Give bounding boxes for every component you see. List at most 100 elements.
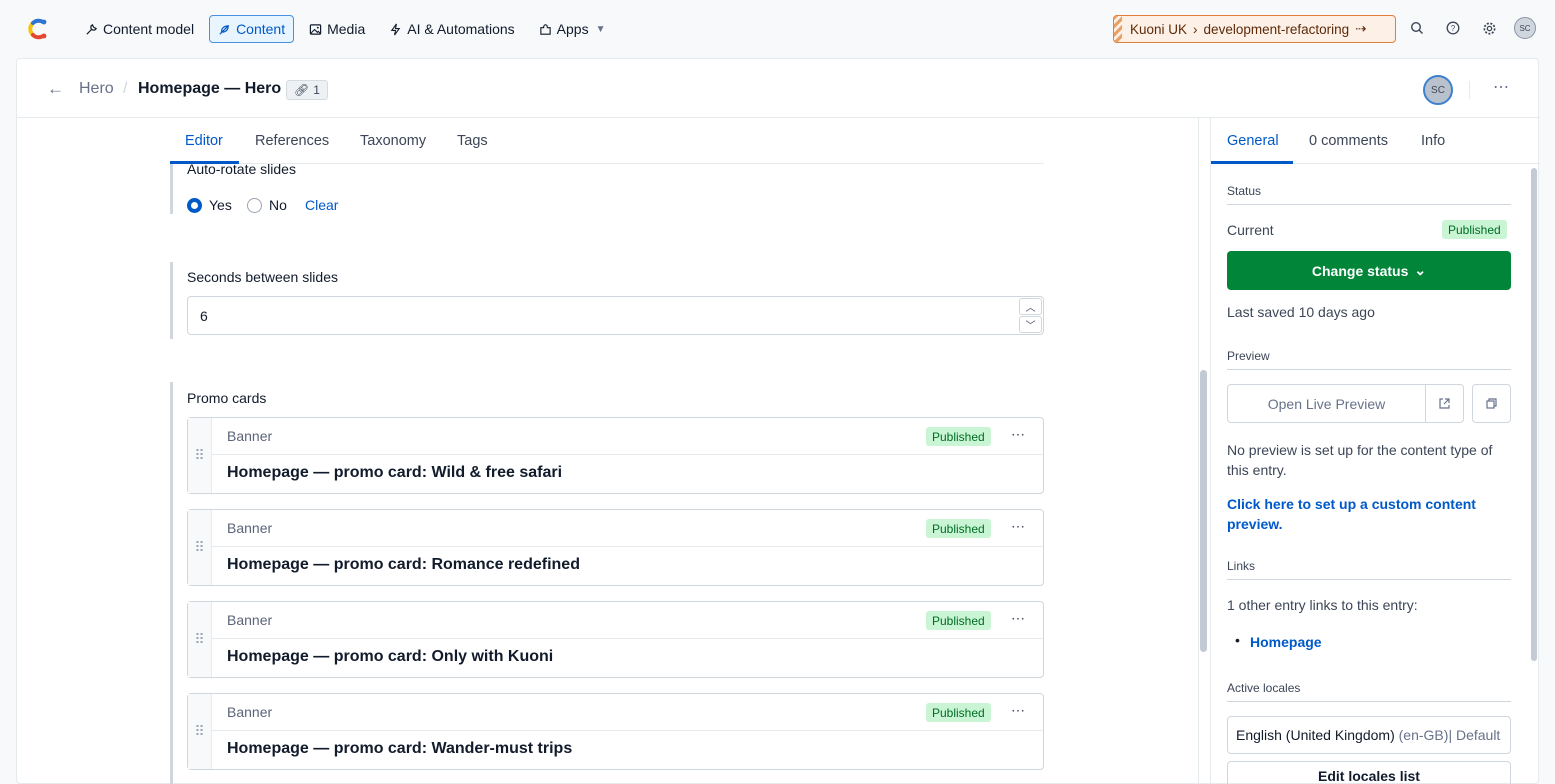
nav-content-model[interactable]: Content model <box>76 15 203 43</box>
help-icon[interactable]: ? <box>1442 17 1464 39</box>
card-title[interactable]: Homepage — promo card: Wild & free safar… <box>227 464 562 482</box>
nav-media[interactable]: Media <box>300 15 374 43</box>
locale-default: | Default <box>1448 727 1501 743</box>
linked-entry-link[interactable]: Homepage <box>1250 634 1322 650</box>
reference-card[interactable]: ⠿ Banner Published ⋯ Homepage — promo ca… <box>187 693 1044 770</box>
tab-tags[interactable]: Tags <box>457 133 488 149</box>
nav-media-label: Media <box>327 21 366 37</box>
tab-taxonomy[interactable]: Taxonomy <box>360 133 426 149</box>
search-icon[interactable] <box>1406 17 1428 39</box>
active-locale-field: English (United Kingdom) (en-GB)| Defaul… <box>1227 716 1511 754</box>
field-bar <box>170 162 173 214</box>
card-divider <box>212 638 1043 639</box>
drag-handle-icon[interactable]: ⠿ <box>188 510 212 585</box>
tab-comments[interactable]: 0 comments <box>1309 133 1388 149</box>
contentful-logo-icon[interactable] <box>24 16 50 42</box>
reference-card[interactable]: ⠿ Banner Published ⋯ Homepage — promo ca… <box>187 417 1044 494</box>
sidebar-scrollbar[interactable] <box>1531 168 1537 661</box>
status-heading: Status <box>1227 184 1511 205</box>
drag-handle-icon[interactable]: ⠿ <box>188 694 212 769</box>
environment-switcher[interactable]: Kuoni UK › development-refactoring ⇢ <box>1113 15 1396 43</box>
reference-card[interactable]: ⠿ Banner Published ⋯ Homepage — promo ca… <box>187 601 1044 678</box>
card-more-icon[interactable]: ⋯ <box>1011 518 1025 535</box>
open-live-preview-button[interactable]: Open Live Preview <box>1227 384 1426 423</box>
chevron-down-icon: ⌄ <box>1414 262 1427 278</box>
field-bar <box>170 382 173 784</box>
field-bar <box>170 262 173 339</box>
seconds-label: Seconds between slides <box>187 269 338 285</box>
gear-icon[interactable] <box>1478 17 1500 39</box>
tab-info[interactable]: Info <box>1421 133 1445 149</box>
nav-content[interactable]: Content <box>209 15 295 43</box>
radio-no-label: No <box>269 197 287 213</box>
user-avatar[interactable]: SC <box>1514 17 1536 39</box>
tab-references[interactable]: References <box>255 133 329 149</box>
radio-yes-circle[interactable] <box>187 197 202 213</box>
card-title[interactable]: Homepage — promo card: Wander-must trips <box>227 740 572 758</box>
active-tab-indicator <box>170 161 239 164</box>
status-badge: Published <box>926 427 991 446</box>
increment-button[interactable]: ︿ <box>1019 298 1042 315</box>
change-status-button[interactable]: Change status ⌄ <box>1227 251 1511 290</box>
status-badge: Published <box>926 703 991 722</box>
bolt-icon <box>390 23 401 35</box>
card-more-icon[interactable]: ⋯ <box>1011 426 1025 443</box>
image-icon <box>309 23 322 35</box>
breadcrumb-parent[interactable]: Hero <box>79 80 114 98</box>
status-badge: Published <box>926 611 991 630</box>
drag-handle-icon[interactable]: ⠿ <box>188 418 212 493</box>
setup-preview-link[interactable]: Click here to set up a custom content pr… <box>1227 494 1507 534</box>
tab-general[interactable]: General <box>1227 133 1279 149</box>
entry-header: ← Hero / Homepage — Hero 🔗︎ 1 SC ⋯ <box>17 59 1540 118</box>
card-content-type: Banner <box>227 704 273 720</box>
branch-icon: ⇢ <box>1355 21 1367 36</box>
radio-no[interactable]: No <box>247 197 287 213</box>
editor-scrollbar[interactable] <box>1200 370 1207 652</box>
external-link-icon[interactable] <box>1425 384 1464 423</box>
decrement-button[interactable]: ﹀ <box>1019 316 1042 333</box>
wrench-icon <box>86 23 97 35</box>
card-title[interactable]: Homepage — promo card: Romance redefined <box>227 556 580 574</box>
puzzle-icon <box>539 23 551 35</box>
nav-ai-automations[interactable]: AI & Automations <box>380 15 523 43</box>
drag-handle-icon[interactable]: ⠿ <box>188 602 212 677</box>
card-divider <box>212 546 1043 547</box>
seconds-input[interactable]: 6 <box>187 296 1044 335</box>
active-tab-indicator <box>1211 161 1293 164</box>
card-more-icon[interactable]: ⋯ <box>1011 702 1025 719</box>
feather-icon <box>219 24 229 35</box>
locale-name: English (United Kingdom) <box>1236 727 1395 743</box>
card-more-icon[interactable]: ⋯ <box>1011 610 1025 627</box>
reference-card[interactable]: ⠿ Banner Published ⋯ Homepage — promo ca… <box>187 509 1044 586</box>
header-divider <box>1469 81 1470 99</box>
nav-content-model-label: Content model <box>103 21 195 37</box>
copy-icon[interactable] <box>1472 384 1511 423</box>
link-icon: 🔗︎ <box>294 83 310 97</box>
locale-code: (en-GB) <box>1398 727 1449 743</box>
back-arrow-icon[interactable]: ← <box>47 79 64 99</box>
edit-locales-button[interactable]: Edit locales list <box>1227 761 1511 784</box>
sidebar-tabs: General 0 comments Info <box>1211 118 1540 164</box>
editor-area: Editor References Taxonomy Tags Auto-rot… <box>17 118 1210 784</box>
status-badge: Published <box>1442 220 1507 239</box>
card-divider <box>212 730 1043 731</box>
nav-ai-automations-label: AI & Automations <box>407 21 515 37</box>
link-count-badge[interactable]: 🔗︎ 1 <box>286 80 328 100</box>
tab-editor[interactable]: Editor <box>185 133 223 149</box>
nav-apps[interactable]: Apps ▼ <box>530 15 615 43</box>
card-title[interactable]: Homepage — promo card: Only with Kuoni <box>227 648 553 666</box>
status-badge: Published <box>926 519 991 538</box>
collaborator-avatar[interactable]: SC <box>1423 75 1453 105</box>
breadcrumb-separator: / <box>123 80 128 97</box>
card-content-type: Banner <box>227 612 273 628</box>
more-options-icon[interactable]: ⋯ <box>1493 77 1509 97</box>
radio-yes[interactable]: Yes <box>187 197 232 213</box>
nav-apps-label: Apps <box>556 21 589 37</box>
list-bullet: • <box>1235 632 1240 648</box>
entry-title: Homepage — Hero <box>138 80 282 97</box>
radio-no-circle[interactable] <box>247 197 262 213</box>
chevron-right-icon: › <box>1193 21 1198 37</box>
entry-sidebar: General 0 comments Info Status Current P… <box>1210 118 1540 784</box>
environment-space: Kuoni UK <box>1130 21 1188 37</box>
clear-button[interactable]: Clear <box>305 197 338 213</box>
